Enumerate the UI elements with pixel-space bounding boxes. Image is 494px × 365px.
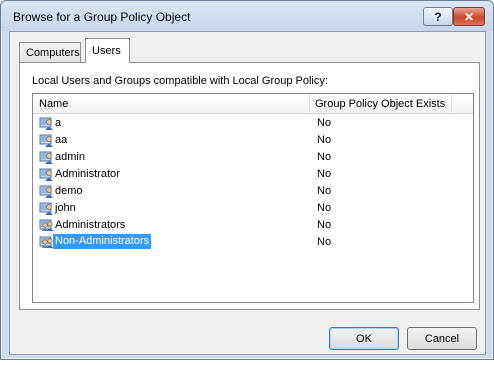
list-header: Name Group Policy Object Exists — [33, 94, 473, 114]
browse-gpo-dialog: Browse for a Group Policy Object ? ✕ Com… — [0, 0, 494, 360]
list-item[interactable]: demo No — [33, 183, 473, 200]
list-item-gpo-exists: No — [317, 219, 332, 231]
list-item-name: john — [55, 202, 76, 214]
list-item-name: aa — [55, 134, 68, 146]
help-button[interactable]: ? — [423, 7, 453, 26]
list-item-name: Non-Administrators — [53, 234, 152, 249]
users-groups-list[interactable]: Name Group Policy Object Exists a No aa No a… — [32, 93, 474, 303]
tab-users[interactable]: Users — [85, 38, 130, 63]
column-divider[interactable] — [309, 94, 310, 114]
list-item-name: Administrators — [55, 219, 126, 231]
list-item-name: a — [55, 117, 62, 129]
list-item[interactable]: Non-Administrators No — [33, 234, 473, 251]
cancel-button[interactable]: Cancel — [407, 327, 477, 350]
group-icon — [39, 218, 55, 233]
column-divider[interactable] — [451, 94, 452, 114]
tab-computers[interactable]: Computers — [19, 42, 81, 62]
user-icon — [39, 133, 55, 148]
close-button[interactable]: ✕ — [453, 7, 485, 26]
list-item-name: demo — [55, 185, 83, 197]
user-icon — [39, 184, 55, 199]
user-icon — [39, 116, 55, 131]
column-header-gpo-exists[interactable]: Group Policy Object Exists — [315, 98, 445, 110]
list-item-gpo-exists: No — [317, 151, 332, 163]
dialog-body: Computers Users Local Users and Groups c… — [9, 31, 486, 355]
window-title: Browse for a Group Policy Object — [13, 10, 191, 24]
user-icon — [39, 167, 55, 182]
list-item-gpo-exists: No — [317, 117, 332, 129]
ok-button[interactable]: OK — [329, 327, 399, 350]
list-item[interactable]: Administrator No — [33, 166, 473, 183]
user-icon — [39, 150, 55, 165]
list-item[interactable]: aa No — [33, 132, 473, 149]
list-item[interactable]: a No — [33, 115, 473, 132]
user-icon — [39, 201, 55, 216]
list-item-gpo-exists: No — [317, 202, 332, 214]
title-bar[interactable]: Browse for a Group Policy Object ? ✕ — [1, 1, 493, 31]
list-item-name: admin — [55, 151, 85, 163]
list-item-gpo-exists: No — [317, 134, 332, 146]
list-item-gpo-exists: No — [317, 185, 332, 197]
list-item-name: Administrator — [55, 168, 120, 180]
list-item-gpo-exists: No — [317, 236, 332, 248]
panel-description: Local Users and Groups compatible with L… — [32, 75, 328, 87]
list-item-gpo-exists: No — [317, 168, 332, 180]
list-item[interactable]: admin No — [33, 149, 473, 166]
list-item[interactable]: john No — [33, 200, 473, 217]
list-item[interactable]: Administrators No — [33, 217, 473, 234]
column-header-name[interactable]: Name — [39, 98, 68, 110]
users-tab-panel: Local Users and Groups compatible with L… — [19, 62, 480, 310]
